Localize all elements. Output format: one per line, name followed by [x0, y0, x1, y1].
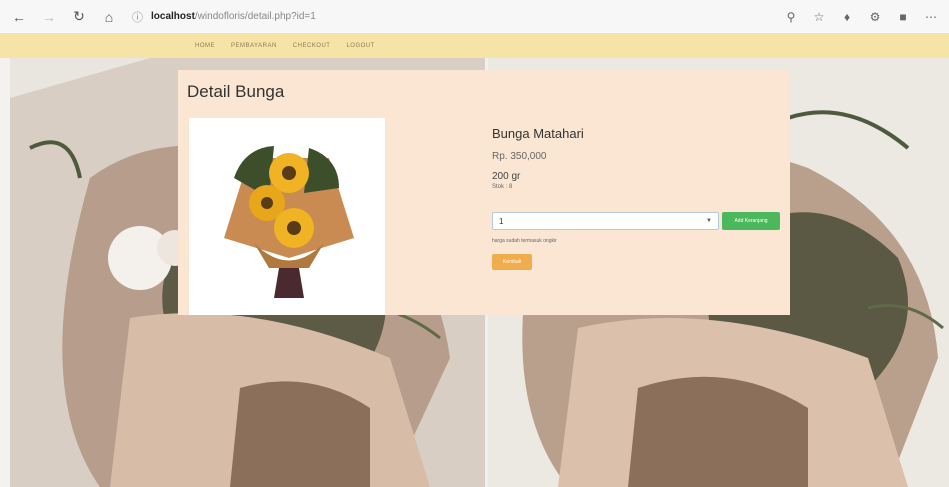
product-weight: 200 gr — [492, 171, 521, 182]
info-icon[interactable]: ⓘ — [132, 9, 143, 25]
chevron-down-icon: ▼ — [706, 218, 712, 224]
page-title: Detail Bunga — [187, 82, 285, 101]
forward-arrow-icon[interactable]: → — [38, 6, 60, 28]
settings-icon[interactable]: ⚙ — [867, 10, 883, 24]
product-stock: Stok : 8 — [492, 184, 513, 190]
shipping-note: harga sudah termasuk ongkir — [492, 238, 557, 244]
nav-link-checkout[interactable]: CHECKOUT — [293, 43, 331, 49]
product-name: Bunga Matahari — [492, 126, 584, 141]
page-margin — [0, 58, 10, 487]
profile-icon[interactable]: ■ — [895, 10, 911, 24]
nav-link-home[interactable]: HOME — [195, 43, 215, 49]
extension-icon[interactable]: ♦ — [839, 10, 855, 24]
back-button[interactable]: Kembali — [492, 254, 532, 270]
reload-icon[interactable]: ↻ — [68, 6, 90, 28]
address-bar[interactable]: ⓘ localhost/windofloris/detail.php?id=1 — [132, 6, 783, 28]
site-navbar: HOME PEMBAYARAN CHECKOUT LOGOUT — [0, 34, 949, 58]
add-to-cart-button[interactable]: Add Keranjang — [722, 212, 780, 230]
zoom-icon[interactable]: ⚲ — [783, 10, 799, 24]
quantity-select[interactable]: 1 ▼ — [492, 212, 719, 230]
browser-toolbar: ← → ↻ ⌂ ⓘ localhost/windofloris/detail.p… — [0, 0, 949, 34]
nav-link-logout[interactable]: LOGOUT — [346, 43, 374, 49]
product-image — [189, 118, 385, 315]
product-price: Rp. 350,000 — [492, 151, 547, 162]
product-detail-card: Detail Bunga Bunga Matahari Rp. 350,000 … — [178, 70, 790, 315]
more-icon[interactable]: ⋯ — [923, 10, 939, 24]
url-host: localhost — [151, 11, 195, 22]
bookmark-star-icon[interactable]: ☆ — [811, 10, 827, 24]
back-arrow-icon[interactable]: ← — [8, 6, 30, 28]
home-icon[interactable]: ⌂ — [98, 6, 120, 28]
url-path: /windofloris/detail.php?id=1 — [194, 11, 316, 22]
nav-link-pembayaran[interactable]: PEMBAYARAN — [231, 43, 277, 49]
quantity-value: 1 — [499, 216, 504, 226]
